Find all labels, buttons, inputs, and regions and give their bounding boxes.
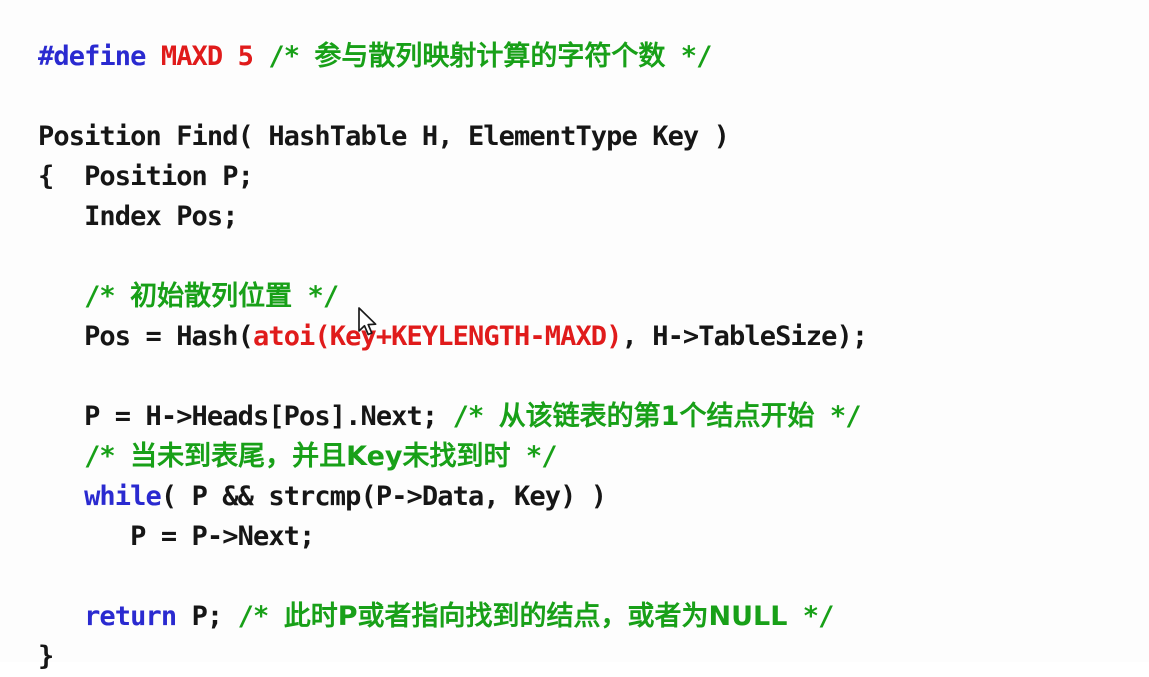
code-slide: #define MAXD 5 /* 参与散列映射计算的字符个数 */ Posit…	[0, 0, 1149, 672]
line-blank-4	[38, 557, 1138, 597]
code-token: Position Find( HashTable H, ElementType …	[38, 121, 730, 152]
code-token: }	[38, 641, 54, 672]
line-open-brace-position-p: { Position P;	[38, 157, 1138, 197]
line-blank-2	[38, 237, 1138, 277]
code-token: */	[292, 281, 340, 312]
code-token: while	[84, 481, 162, 512]
code-token: /*	[84, 281, 131, 312]
code-token: 从该链表的第1个结点开始	[498, 401, 815, 432]
line-close-brace: }	[38, 637, 1138, 677]
code-token: , H->TableSize);	[621, 321, 869, 352]
line-p-assign-heads-next: P = H->Heads[Pos].Next; /* 从该链表的第1个结点开始 …	[38, 397, 1138, 437]
code-token: P;	[176, 601, 238, 632]
line-define-maxd: #define MAXD 5 /* 参与散列映射计算的字符个数 */	[38, 37, 1138, 77]
code-token: */	[814, 401, 862, 432]
code-token: Index Pos;	[38, 201, 238, 232]
code-token: */	[665, 41, 713, 72]
line-comment-while-condition: /* 当未到表尾，并且Key未找到时 */	[38, 437, 1138, 477]
line-p-assign-p-next: P = P->Next;	[38, 517, 1138, 557]
code-token: */	[510, 441, 558, 472]
line-blank-1	[38, 77, 1138, 117]
line-return-p: return P; /* 此时P或者指向找到的结点，或者为NULL */	[38, 597, 1138, 637]
code-token: 参与散列映射计算的字符个数	[314, 41, 666, 72]
code-token: P = P->Next;	[38, 521, 315, 552]
code-token: Pos = Hash(	[38, 321, 254, 352]
line-function-signature: Position Find( HashTable H, ElementType …	[38, 117, 1138, 157]
code-token: { Position P;	[38, 161, 254, 192]
line-comment-init-hash-position: /* 初始散列位置 */	[38, 277, 1138, 317]
line-index-pos: Index Pos;	[38, 197, 1138, 237]
code-block: #define MAXD 5 /* 参与散列映射计算的字符个数 */ Posit…	[38, 37, 1138, 677]
code-token: return	[84, 601, 177, 632]
code-token: /*	[268, 41, 315, 72]
code-token: atoi(Key+KEYLENGTH-MAXD)	[252, 321, 622, 352]
code-token: P = H->Heads[Pos].Next;	[38, 401, 453, 432]
code-token: /*	[452, 401, 499, 432]
code-token: ( P && strcmp(P->Data, Key) )	[160, 481, 607, 512]
code-token: /*	[84, 441, 131, 472]
code-token: /*	[237, 601, 284, 632]
code-token: 此时P或者指向找到的结点，或者为NULL	[283, 601, 788, 632]
code-token: */	[787, 601, 835, 632]
code-token: #define	[38, 41, 161, 72]
line-blank-3	[38, 357, 1138, 397]
code-token: MAXD 5	[160, 41, 254, 72]
code-token: 当未到表尾，并且Key未找到时	[130, 441, 511, 472]
code-token: 初始散列位置	[130, 281, 293, 312]
line-pos-assign-hash: Pos = Hash(atoi(Key+KEYLENGTH-MAXD), H->…	[38, 317, 1138, 357]
line-while-strcmp: while( P && strcmp(P->Data, Key) )	[38, 477, 1138, 517]
